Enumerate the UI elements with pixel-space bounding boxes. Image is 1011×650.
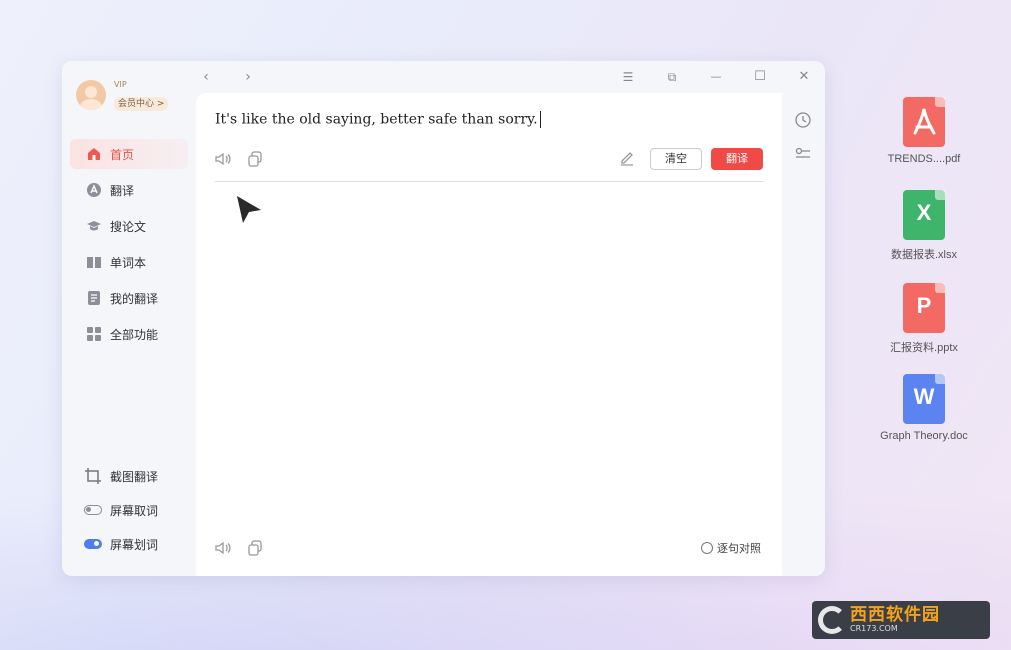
file-glyph: W [913,384,935,409]
tool-label: 屏幕取词 [110,503,159,518]
desktop-file-pptx[interactable]: P 汇报资料.pptx [869,283,979,355]
avatar[interactable] [76,80,106,110]
screenshot-translate-button[interactable]: 截图翻译 [84,459,194,493]
history-icon[interactable] [794,111,812,129]
excel-icon: X [903,190,945,240]
home-icon [86,146,102,162]
text-caret [539,111,541,128]
sidebar-item-label: 翻译 [110,183,135,198]
graduation-cap-icon [86,218,102,234]
sidebar-item-label: 我的翻译 [110,291,159,306]
document-icon [86,290,102,306]
file-name: Graph Theory.doc [880,430,968,442]
toggle-off-icon[interactable] [84,505,102,515]
member-center-link[interactable]: 会员中心 > [114,97,169,111]
radio-icon[interactable] [701,542,713,554]
sidebar-item-label: 搜论文 [110,219,147,234]
tool-label: 屏幕划词 [110,537,159,552]
screen-pick-word-toggle[interactable]: 屏幕取词 [84,493,194,527]
grid-icon [86,326,102,342]
sidebar: VIP 会员中心 > 首页 翻译 搜论文 单词本 我的翻译 全部功能 截图翻译 … [62,61,196,576]
source-actions [214,150,278,168]
result-actions [214,539,278,557]
source-text-input[interactable]: It's like the old saying, better safe th… [215,111,541,128]
file-glyph: P [916,293,932,318]
toggle-on-icon[interactable] [84,539,102,549]
clear-button[interactable]: 清空 [650,148,702,170]
site-watermark: 西西软件园 CR173.COM [812,601,990,639]
maximize-button[interactable]: ☐ [750,67,770,87]
pdf-icon [903,97,945,147]
mouse-cursor-icon [235,194,263,228]
sentence-compare-label: 逐句对照 [717,542,761,555]
screen-select-word-toggle[interactable]: 屏幕划词 [84,527,194,561]
file-name: TRENDS....pdf [887,153,961,165]
bottom-tools: 截图翻译 屏幕取词 屏幕划词 [84,459,194,561]
book-icon [86,254,102,270]
powerpoint-icon: P [903,283,945,333]
watermark-main-text: 西西软件园 [850,605,940,625]
close-button[interactable]: ✕ [794,67,814,87]
sidebar-item-search-papers[interactable]: 搜论文 [70,211,188,241]
desktop-file-pdf[interactable]: TRENDS....pdf [869,97,979,165]
watermark-logo-icon [818,606,846,634]
settings-slider-icon[interactable] [794,145,812,163]
mini-mode-button[interactable]: ⧉ [662,67,682,87]
user-profile[interactable]: VIP 会员中心 > [76,79,169,111]
desktop-file-doc[interactable]: W Graph Theory.doc [869,374,979,442]
file-glyph: X [916,200,932,225]
right-rail [782,93,825,576]
sidebar-item-translate[interactable]: 翻译 [70,175,188,205]
sidebar-item-my-translations[interactable]: 我的翻译 [70,283,188,313]
copy-icon[interactable] [246,150,264,168]
speaker-icon[interactable] [214,150,232,168]
divider [215,181,763,182]
sidebar-item-wordbook[interactable]: 单词本 [70,247,188,277]
vip-label: VIP [114,80,127,89]
sidebar-item-label: 单词本 [110,255,147,270]
translate-icon [86,182,102,198]
sidebar-item-label: 首页 [110,147,135,162]
sentence-compare-option[interactable]: 逐句对照 [701,540,761,556]
back-button[interactable]: ‹ [196,67,216,87]
sidebar-item-label: 全部功能 [110,327,159,342]
translate-button[interactable]: 翻译 [711,148,763,170]
sidebar-item-all-features[interactable]: 全部功能 [70,319,188,349]
sidebar-nav: 首页 翻译 搜论文 单词本 我的翻译 全部功能 [70,139,188,355]
result-copy-icon[interactable] [246,539,264,557]
watermark-sub-text: CR173.COM [850,624,898,633]
sidebar-item-home[interactable]: 首页 [70,139,188,169]
file-name: 数据报表.xlsx [891,249,957,261]
edit-icon[interactable] [619,150,635,166]
word-icon: W [903,374,945,424]
title-bar: ‹ › ☰ ⧉ — ☐ ✕ [196,61,825,93]
result-speaker-icon[interactable] [214,539,232,557]
desktop-file-xlsx[interactable]: X 数据报表.xlsx [869,190,979,262]
translation-panel: It's like the old saying, better safe th… [196,93,782,576]
forward-button[interactable]: › [238,67,258,87]
tool-label: 截图翻译 [110,469,159,484]
crop-icon [84,467,102,485]
source-text: It's like the old saying, better safe th… [215,111,538,128]
translator-window: VIP 会员中心 > 首页 翻译 搜论文 单词本 我的翻译 全部功能 截图翻译 … [62,61,825,576]
file-name: 汇报资料.pptx [890,342,958,354]
menu-button[interactable]: ☰ [618,67,638,87]
minimize-button[interactable]: — [706,67,726,87]
